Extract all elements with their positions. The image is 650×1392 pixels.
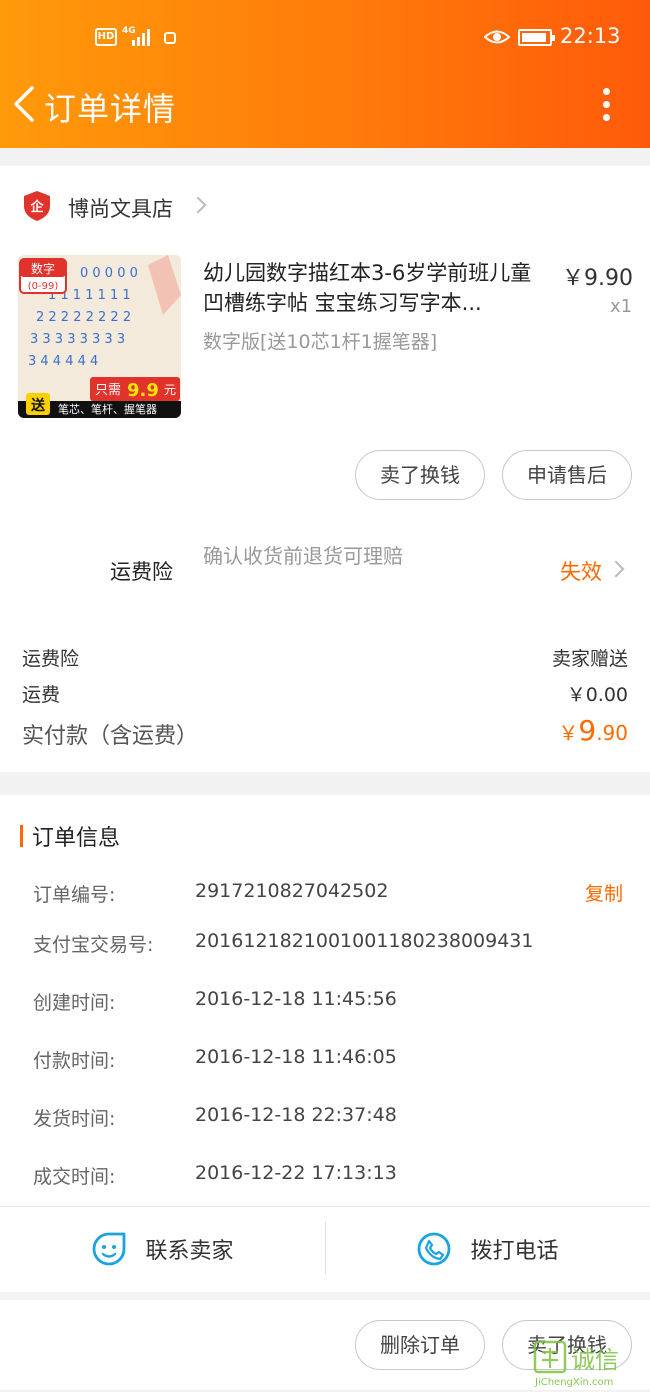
order-number-label: 订单编号: xyxy=(33,884,116,906)
paid-time-value: 2016-12-18 11:46:05 xyxy=(195,1046,397,1068)
insurance-status[interactable]: 失效 xyxy=(560,556,602,586)
svg-text:3 4 4 4 4 4: 3 4 4 4 4 4 xyxy=(28,354,98,369)
insurance-description: 确认收货前退货可理赔 xyxy=(203,544,403,568)
svg-text:(0-99): (0-99) xyxy=(28,281,59,292)
app-header: HD 4G 22:13 订单详情 xyxy=(0,0,650,148)
svg-text:只需: 只需 xyxy=(95,383,121,398)
call-phone-label: 拨打电话 xyxy=(470,1239,559,1264)
contact-seller-button[interactable]: 联系卖家 xyxy=(0,1206,325,1292)
order-number-value: 2917210827042502 xyxy=(195,880,389,902)
total-amount: ￥9.90 xyxy=(558,714,628,747)
total-decimal: .90 xyxy=(596,721,628,745)
svg-text:笔芯、笔杆、握笔器: 笔芯、笔杆、握笔器 xyxy=(58,402,157,416)
product-title[interactable]: 幼儿园数字描红本3-6岁学前班儿童凹槽练字帖 宝宝练习写字本... xyxy=(203,258,543,318)
battery-icon xyxy=(518,29,555,46)
svg-text:2 2 2 2 2 2 2 2: 2 2 2 2 2 2 2 2 xyxy=(36,310,131,325)
sell-button[interactable]: 卖了换钱 xyxy=(355,450,485,500)
total-integer: 9 xyxy=(578,714,597,747)
page-title: 订单详情 xyxy=(44,90,177,128)
completed-time-value: 2016-12-22 17:13:13 xyxy=(195,1162,397,1184)
svg-text:送: 送 xyxy=(30,397,46,414)
svg-text:企: 企 xyxy=(29,199,44,215)
product-image-art: 0 0 0 0 0 1 1 1 1 1 1 1 2 2 2 2 2 2 2 2 … xyxy=(18,255,181,418)
call-phone-button[interactable]: 拨打电话 xyxy=(325,1206,650,1292)
summary-value: ￥0.00 xyxy=(566,684,628,706)
summary-label: 运费险 xyxy=(22,648,80,670)
delete-order-button[interactable]: 删除订单 xyxy=(355,1320,485,1370)
phone-icon xyxy=(418,1232,451,1266)
alipay-trade-value: 2016121821001001180238009431 xyxy=(195,930,534,952)
svg-text:3 3 3 3 3 3 3 3: 3 3 3 3 3 3 3 3 xyxy=(30,332,125,347)
watermark-logo: 诚信 JiChengXin.com xyxy=(533,1340,619,1388)
summary-value: 卖家赠送 xyxy=(551,648,628,670)
product-image[interactable]: 0 0 0 0 0 1 1 1 1 1 1 1 2 2 2 2 2 2 2 2 … xyxy=(18,255,181,418)
alipay-trade-label: 支付宝交易号: xyxy=(33,934,154,956)
insurance-label: 运费险 xyxy=(110,560,173,584)
total-label: 实付款（含运费） xyxy=(22,724,199,749)
shipped-time-value: 2016-12-18 22:37:48 xyxy=(195,1104,397,1126)
svg-text:9.9: 9.9 xyxy=(127,380,159,401)
shipped-time-label: 发货时间: xyxy=(33,1108,116,1130)
signal-icon xyxy=(132,29,150,46)
product-quantity: x1 xyxy=(610,296,633,317)
more-menu-icon[interactable] xyxy=(598,88,614,124)
created-time-value: 2016-12-18 11:45:56 xyxy=(195,988,397,1010)
created-time-label: 创建时间: xyxy=(33,992,116,1014)
notification-icon xyxy=(164,32,176,44)
paid-time-label: 付款时间: xyxy=(33,1050,116,1072)
back-arrow-icon[interactable] xyxy=(10,84,38,124)
svg-text:元: 元 xyxy=(164,383,176,397)
svg-text:数字: 数字 xyxy=(31,261,55,276)
hd-indicator: HD xyxy=(95,28,117,46)
total-currency: ￥ xyxy=(558,721,579,745)
summary-label: 运费 xyxy=(22,684,61,706)
section-accent-bar xyxy=(20,825,23,847)
chat-face-icon xyxy=(93,1232,126,1266)
product-price: ￥9.90 xyxy=(562,266,633,291)
shop-name[interactable]: 博尚文具店 xyxy=(68,193,173,223)
copy-button[interactable]: 复制 xyxy=(585,879,623,906)
site-watermark: 诚信 JiChengXin.com xyxy=(533,1338,648,1388)
clock: 22:13 xyxy=(560,24,621,48)
completed-time-label: 成交时间: xyxy=(33,1166,116,1188)
product-sku: 数字版[送10芯1杆1握笔器] xyxy=(203,331,438,353)
contact-seller-label: 联系卖家 xyxy=(145,1239,234,1264)
order-info-title: 订单信息 xyxy=(32,826,121,851)
aftersale-button[interactable]: 申请售后 xyxy=(502,450,632,500)
svg-text:JiChengXin.com: JiChengXin.com xyxy=(534,1377,613,1388)
svg-text:0 0 0 0 0: 0 0 0 0 0 xyxy=(80,266,138,281)
shop-logo-icon: 企 xyxy=(24,191,50,221)
eye-comfort-icon xyxy=(484,30,510,44)
svg-text:诚信: 诚信 xyxy=(571,1346,619,1374)
